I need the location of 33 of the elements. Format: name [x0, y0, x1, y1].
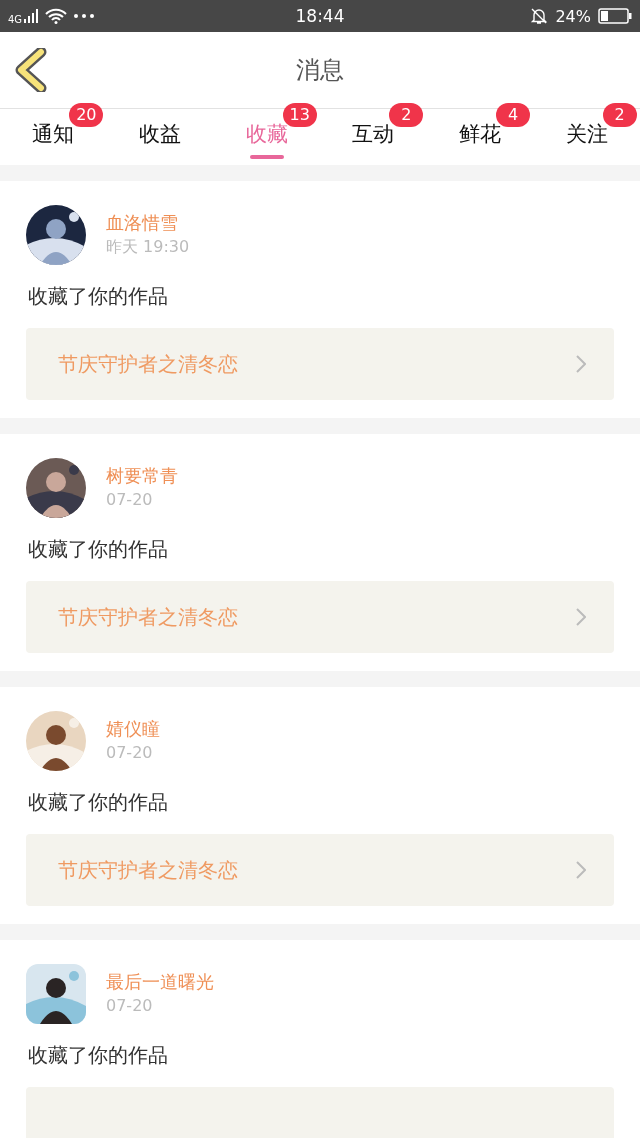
count-badge: 4: [496, 103, 530, 127]
more-icon: [74, 14, 95, 18]
count-badge: 2: [389, 103, 424, 127]
count-badge: 2: [602, 103, 637, 127]
user-name[interactable]: 婧仪瞳: [106, 717, 160, 741]
user-name[interactable]: 树要常青: [106, 464, 178, 488]
timestamp: 昨天 19:30: [106, 237, 190, 258]
work-link[interactable]: 节庆守护者之清冬恋: [26, 834, 614, 906]
message-text: 收藏了你的作品: [28, 789, 169, 816]
battery-percent: 24%: [555, 6, 591, 26]
work-link[interactable]: 节庆守护者之清冬恋: [26, 581, 614, 653]
network-type: 4G: [8, 14, 23, 25]
back-button[interactable]: [14, 48, 48, 94]
timestamp: 07-20: [106, 996, 154, 1015]
message-text: 收藏了你的作品: [28, 536, 169, 563]
muted-bell-icon: [530, 7, 549, 25]
count-badge: 20: [69, 103, 104, 127]
tab[interactable]: 收益: [139, 109, 181, 153]
user-name[interactable]: 最后一道曙光: [106, 970, 214, 994]
chevron-right-icon: [576, 608, 586, 626]
chevron-right-icon: [576, 355, 586, 373]
user-name[interactable]: 血洛惜雪: [106, 211, 190, 235]
message-text: 收藏了你的作品: [28, 283, 169, 310]
wifi-icon: [45, 8, 68, 24]
chevron-right-icon: [576, 861, 586, 879]
battery-icon: [598, 8, 632, 24]
page-title: 消息: [296, 55, 344, 86]
timestamp: 07-20: [106, 490, 154, 509]
work-link[interactable]: 节庆守护者之清冬恋: [26, 328, 614, 400]
clock: 18:44: [295, 6, 345, 26]
message-text: 收藏了你的作品: [28, 1042, 169, 1069]
timestamp: 07-20: [106, 743, 154, 762]
signal-icon: [24, 9, 39, 23]
